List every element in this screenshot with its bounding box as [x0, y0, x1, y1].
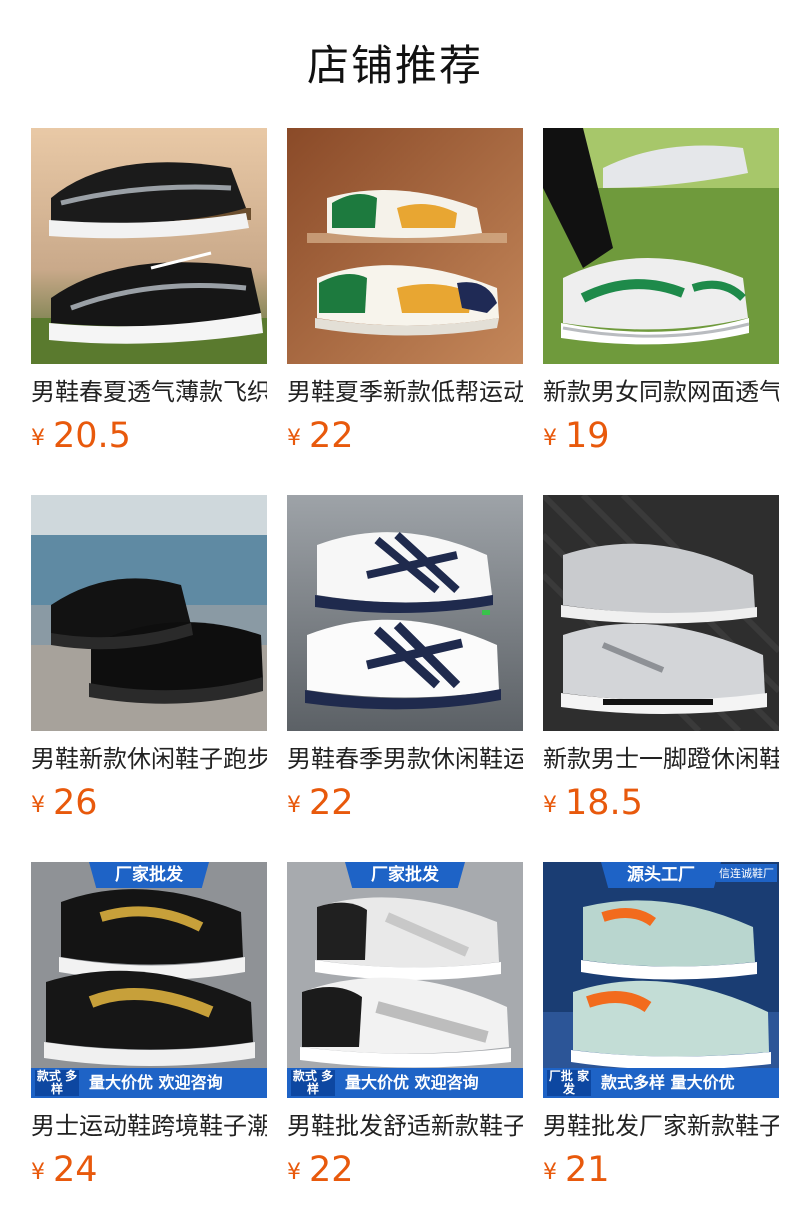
product-name[interactable]: 男士运动鞋跨境鞋子潮	[31, 1110, 267, 1142]
price-value: 22	[309, 416, 354, 456]
page-title: 店铺推荐	[306, 41, 483, 90]
product-name[interactable]: 男鞋春季男款休闲鞋运	[287, 743, 523, 775]
product-price: ¥26	[31, 783, 98, 823]
badge-tag: 款式 多样	[35, 1069, 79, 1096]
product-name[interactable]: 新款男士一脚蹬休闲鞋	[543, 743, 779, 775]
product-price: ¥21	[543, 1150, 610, 1190]
badge-tag: 厂批 家发	[547, 1069, 591, 1096]
product-image[interactable]	[31, 128, 267, 364]
currency-symbol: ¥	[287, 1160, 301, 1185]
price-value: 22	[309, 1150, 354, 1190]
currency-symbol: ¥	[543, 426, 557, 451]
badge-text: 量大价优 欢迎咨询	[89, 1073, 223, 1092]
price-value: 24	[53, 1150, 98, 1190]
badge-top: 厂家批发	[89, 862, 209, 888]
product-price: ¥22	[287, 783, 354, 823]
currency-symbol: ¥	[31, 1160, 45, 1185]
currency-symbol: ¥	[287, 793, 301, 818]
product-image[interactable]: 厂家批发 款式 多样 量大价优 欢迎咨询	[31, 862, 267, 1098]
product-image[interactable]	[287, 128, 523, 364]
currency-symbol: ¥	[287, 426, 301, 451]
product-price: ¥24	[31, 1150, 98, 1190]
product-name[interactable]: 新款男女同款网面透气	[543, 376, 779, 408]
badge-bottom: 厂批 家发 款式多样 量大价优	[543, 1068, 779, 1098]
product-image[interactable]: 源头工厂 信连诚鞋厂 厂批 家发 款式多样 量大价优	[543, 862, 779, 1098]
badge-top: 源头工厂	[601, 862, 721, 888]
product-price: ¥19	[543, 416, 610, 456]
product-name[interactable]: 男鞋春夏透气薄款飞织	[31, 376, 267, 408]
badge-top: 厂家批发	[345, 862, 465, 888]
product-image[interactable]	[31, 495, 267, 731]
product-price: ¥22	[287, 416, 354, 456]
product-name[interactable]: 男鞋批发舒适新款鞋子	[287, 1110, 523, 1142]
badge-text: 款式多样 量大价优	[601, 1073, 735, 1092]
product-price: ¥20.5	[31, 416, 131, 456]
product-name[interactable]: 男鞋夏季新款低帮运动	[287, 376, 523, 408]
product-price: ¥18.5	[543, 783, 643, 823]
product-image[interactable]: 厂家批发 款式 多样 量大价优 欢迎咨询	[287, 862, 523, 1098]
product-image[interactable]	[543, 128, 779, 364]
product-image[interactable]	[287, 495, 523, 731]
product-name[interactable]: 男鞋新款休闲鞋子跑步	[31, 743, 267, 775]
currency-symbol: ¥	[543, 793, 557, 818]
badge-text: 量大价优 欢迎咨询	[345, 1073, 479, 1092]
badge-tag: 款式 多样	[291, 1069, 335, 1096]
badge-bottom: 款式 多样 量大价优 欢迎咨询	[287, 1068, 523, 1098]
price-value: 19	[565, 416, 610, 456]
product-image[interactable]	[543, 495, 779, 731]
currency-symbol: ¥	[31, 426, 45, 451]
price-value: 26	[53, 783, 98, 823]
badge-bottom: 款式 多样 量大价优 欢迎咨询	[31, 1068, 267, 1098]
price-value: 18.5	[565, 783, 643, 823]
brand-label: 信连诚鞋厂	[716, 864, 777, 882]
product-price: ¥22	[287, 1150, 354, 1190]
price-value: 21	[565, 1150, 610, 1190]
price-value: 20.5	[53, 416, 131, 456]
product-name[interactable]: 男鞋批发厂家新款鞋子	[543, 1110, 779, 1142]
currency-symbol: ¥	[31, 793, 45, 818]
price-value: 22	[309, 783, 354, 823]
currency-symbol: ¥	[543, 1160, 557, 1185]
